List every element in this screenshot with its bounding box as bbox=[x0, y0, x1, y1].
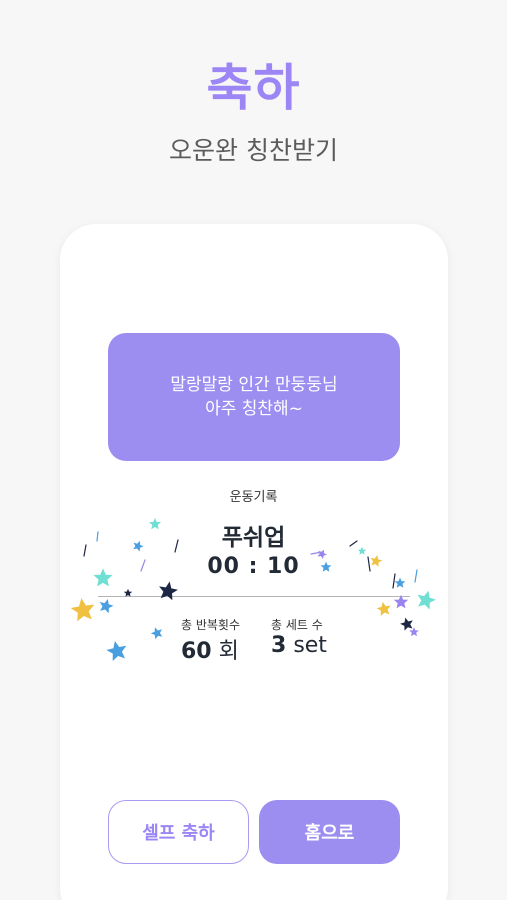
reps-number: 60 bbox=[181, 639, 212, 664]
page-subtitle: 오운완 칭찬받기 bbox=[169, 136, 338, 165]
exercise-name: 푸쉬업 bbox=[221, 525, 286, 551]
reps-value: 60 회 bbox=[181, 633, 239, 665]
praise-line-1: 말랑말랑 인간 만둥둥님 bbox=[170, 375, 338, 395]
record-label: 운동기록 bbox=[229, 490, 278, 505]
reps-label: 총 반복횟수 bbox=[181, 618, 241, 632]
divider bbox=[98, 596, 410, 597]
sets-unit: set bbox=[293, 633, 327, 658]
reps-unit: 회 bbox=[218, 639, 239, 664]
page-title: 축하 bbox=[206, 59, 301, 117]
sets-value: 3 set bbox=[271, 633, 327, 658]
exercise-time: 00 : 10 bbox=[207, 554, 300, 579]
celebration-screen: 축하 오운완 칭찬받기 말랑말랑 인간 만둥둥님 아주 칭찬해~ 운동기록 푸쉬… bbox=[0, 0, 507, 900]
praise-line-2: 아주 칭찬해~ bbox=[205, 399, 303, 419]
sets-number: 3 bbox=[271, 633, 287, 658]
self-celebrate-button[interactable]: 셀프 축하 bbox=[108, 800, 249, 864]
sets-label: 총 세트 수 bbox=[271, 618, 323, 632]
home-button[interactable]: 홈으로 bbox=[259, 800, 400, 864]
praise-message-box: 말랑말랑 인간 만둥둥님 아주 칭찬해~ bbox=[108, 333, 400, 461]
